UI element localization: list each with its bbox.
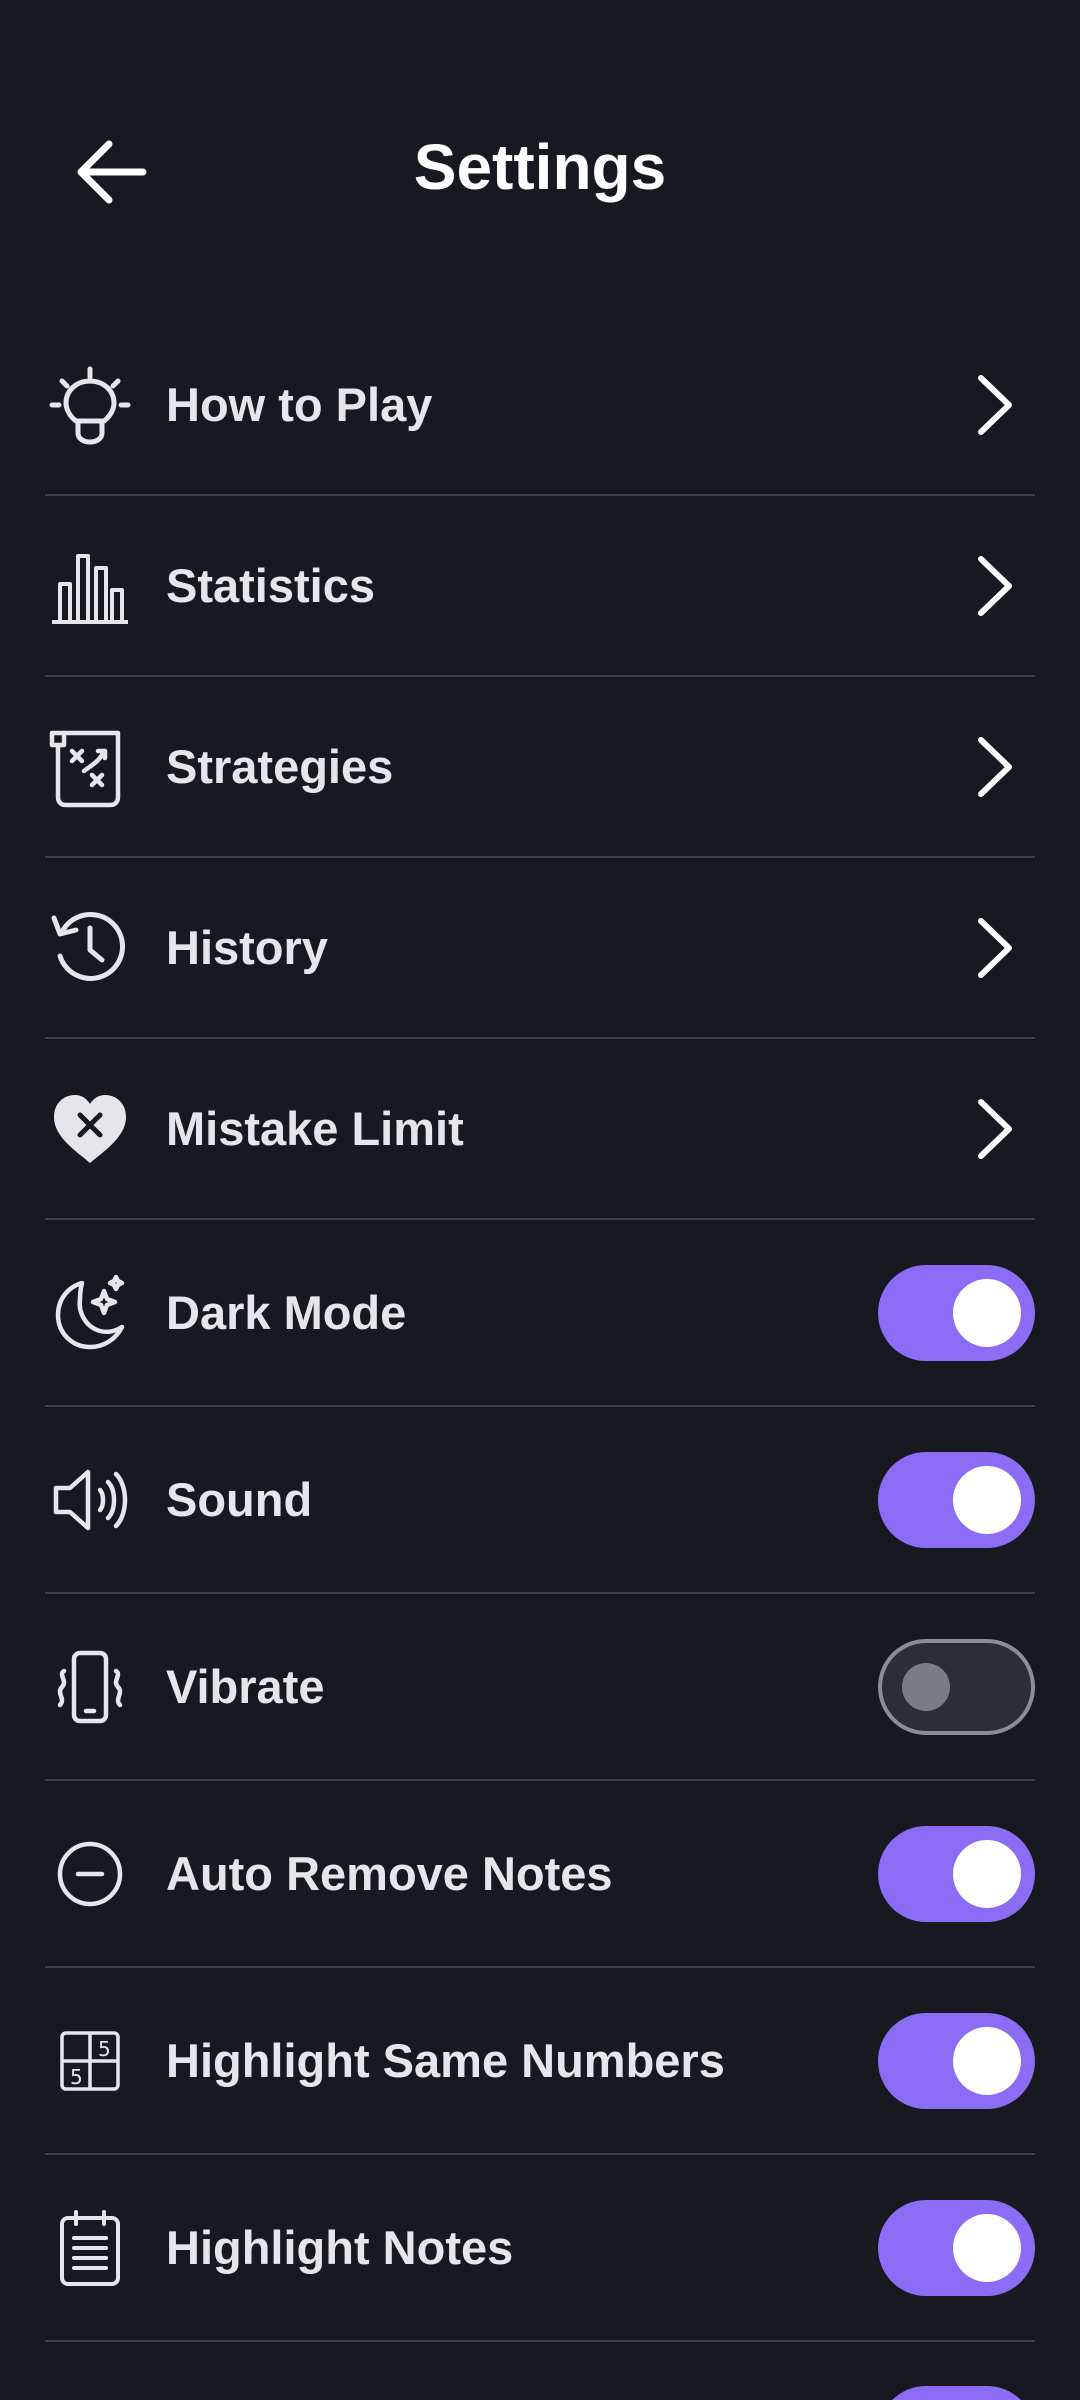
settings-list: How to Play Statistics Strategies Histor…: [45, 315, 1035, 2342]
vibrate-toggle[interactable]: [878, 1638, 1035, 1735]
svg-text:5: 5: [98, 2037, 111, 2061]
row-label: Mistake Limit: [166, 1102, 464, 1155]
toggle-knob: [953, 2026, 1021, 2095]
chevron-right-icon: [967, 551, 1023, 621]
how-to-play-row[interactable]: How to Play: [45, 315, 1035, 496]
sound-toggle[interactable]: [878, 1451, 1035, 1548]
toggle-knob: [902, 1662, 950, 1711]
toggle-knob: [953, 1839, 1021, 1908]
settings-screen: Settings How to Play Statistics Strategi…: [0, 0, 1080, 2400]
row-label: Auto Remove Notes: [166, 1847, 613, 1900]
row-label: Highlight Same Numbers: [166, 2034, 725, 2087]
minus-circle-icon: [45, 1829, 135, 1919]
header: Settings: [0, 0, 1080, 340]
dark-mode-row: Dark Mode: [45, 1220, 1035, 1407]
mistake-limit-row[interactable]: Mistake Limit: [45, 1039, 1035, 1220]
lightbulb-icon: [45, 360, 135, 450]
row-label: Dark Mode: [166, 1286, 407, 1339]
row-label: Highlight Notes: [166, 2221, 514, 2274]
vibrate-row: Vibrate: [45, 1594, 1035, 1781]
dark-mode-toggle[interactable]: [878, 1264, 1035, 1361]
highlight-same-numbers-row: 5 5 Highlight Same Numbers: [45, 1968, 1035, 2155]
chevron-right-icon: [967, 913, 1023, 983]
row-label: How to Play: [166, 378, 433, 431]
toggle-knob: [953, 1278, 1021, 1347]
strategy-board-icon: [45, 722, 135, 812]
svg-text:5: 5: [70, 2065, 83, 2089]
history-clock-icon: [45, 903, 135, 993]
highlight-same-numbers-toggle[interactable]: [878, 2012, 1035, 2109]
phone-vibrate-icon: [45, 1642, 135, 1732]
row-label: Strategies: [166, 740, 394, 793]
toggle-knob: [953, 2213, 1021, 2282]
row-label: Sound: [166, 1473, 313, 1526]
history-row[interactable]: History: [45, 858, 1035, 1039]
moon-sparkle-icon: [45, 1268, 135, 1358]
row-label: Statistics: [166, 559, 375, 612]
chevron-right-icon: [967, 1094, 1023, 1164]
auto-remove-notes-row: Auto Remove Notes: [45, 1781, 1035, 1968]
highlight-notes-row: Highlight Notes: [45, 2155, 1035, 2342]
statistics-row[interactable]: Statistics: [45, 496, 1035, 677]
auto-remove-notes-toggle[interactable]: [878, 1825, 1035, 1922]
notepad-icon: [45, 2203, 135, 2293]
chevron-right-icon: [967, 370, 1023, 440]
toggle-knob: [953, 1465, 1021, 1534]
sound-row: Sound: [45, 1407, 1035, 1594]
row-label: History: [166, 921, 328, 974]
bar-chart-icon: [45, 541, 135, 631]
number-grid-icon: 5 5: [45, 2016, 135, 2106]
speaker-icon: [45, 1455, 135, 1545]
chevron-right-icon: [967, 732, 1023, 802]
row-label: Vibrate: [166, 1660, 325, 1713]
heart-x-icon: [45, 1084, 135, 1174]
next-toggle-partial[interactable]: [878, 2386, 1035, 2400]
strategies-row[interactable]: Strategies: [45, 677, 1035, 858]
page-title: Settings: [413, 131, 667, 203]
highlight-notes-toggle[interactable]: [878, 2199, 1035, 2296]
